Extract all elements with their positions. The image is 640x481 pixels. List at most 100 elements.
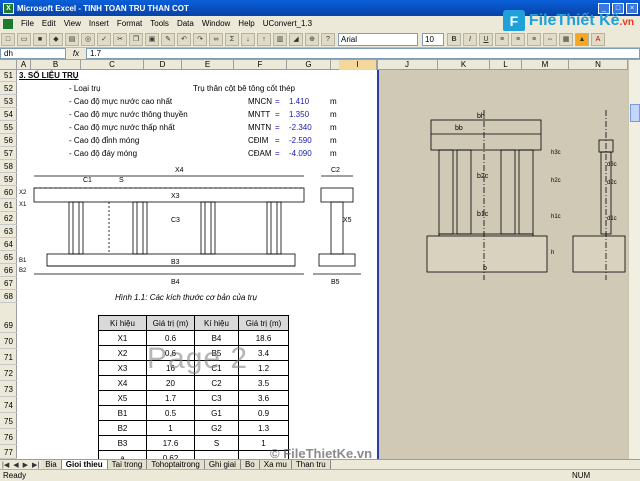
name-box[interactable]: dh xyxy=(0,48,66,59)
row-header[interactable]: 62 xyxy=(0,213,17,225)
menu-data[interactable]: Data xyxy=(173,19,198,28)
sheet-tab[interactable]: Than tru xyxy=(291,459,331,470)
copy-icon[interactable]: ❐ xyxy=(129,32,143,46)
menu-help[interactable]: Help xyxy=(234,19,258,28)
new-icon[interactable]: □ xyxy=(1,32,15,46)
autosum-icon[interactable]: Σ xyxy=(225,32,239,46)
table-cell[interactable]: B1 xyxy=(98,405,147,421)
table-cell[interactable]: G1 xyxy=(194,405,239,421)
menu-uconvert[interactable]: UConvert_1.3 xyxy=(259,19,316,28)
table-cell[interactable]: 1.3 xyxy=(238,420,289,436)
row-header[interactable]: 73 xyxy=(0,382,17,397)
table-cell[interactable]: a xyxy=(98,450,147,459)
scroll-thumb[interactable] xyxy=(630,104,640,122)
column-header-m[interactable]: M xyxy=(522,60,569,70)
row-header[interactable]: 76 xyxy=(0,430,17,445)
row-header[interactable]: 63 xyxy=(0,226,17,238)
row-header[interactable]: 57 xyxy=(0,148,17,160)
row-header[interactable]: 55 xyxy=(0,122,17,134)
paste-icon[interactable]: ▣ xyxy=(145,32,159,46)
zoom-icon[interactable]: ⊕ xyxy=(305,32,319,46)
menu-format[interactable]: Format xyxy=(113,19,146,28)
table-cell[interactable]: G2 xyxy=(194,420,239,436)
row-header[interactable]: 58 xyxy=(0,161,17,173)
last-sheet-icon[interactable]: ▶| xyxy=(30,461,41,469)
table-cell[interactable]: X5 xyxy=(98,390,147,406)
row-header[interactable]: 64 xyxy=(0,239,17,251)
align-center-icon[interactable]: ≡ xyxy=(511,32,525,46)
align-right-icon[interactable]: ≡ xyxy=(527,32,541,46)
next-sheet-icon[interactable]: ▶ xyxy=(21,461,30,469)
row-header[interactable]: 54 xyxy=(0,109,17,121)
first-sheet-icon[interactable]: |◀ xyxy=(0,461,11,469)
table-cell[interactable]: B2 xyxy=(98,420,147,436)
open-icon[interactable]: ▭ xyxy=(17,32,31,46)
sort-asc-icon[interactable]: ↓ xyxy=(241,32,255,46)
spelling-icon[interactable]: ✓ xyxy=(97,32,111,46)
drawing-icon[interactable]: ◢ xyxy=(289,32,303,46)
sheet-tab[interactable]: Bo xyxy=(240,459,260,470)
table-cell[interactable]: S xyxy=(194,435,239,451)
table-cell[interactable]: C3 xyxy=(194,390,239,406)
prev-sheet-icon[interactable]: ◀ xyxy=(11,461,20,469)
table-cell[interactable]: 20 xyxy=(146,375,195,391)
table-cell[interactable] xyxy=(194,450,239,459)
row-header[interactable]: 67 xyxy=(0,278,17,290)
select-all-corner[interactable] xyxy=(0,60,17,70)
column-header-n[interactable]: N xyxy=(569,60,628,70)
print-icon[interactable]: ▤ xyxy=(65,32,79,46)
font-size-select[interactable]: 10 xyxy=(422,32,444,46)
table-cell[interactable]: C2 xyxy=(194,375,239,391)
column-header-j[interactable]: J xyxy=(377,60,438,70)
font-name-select[interactable]: Arial xyxy=(338,32,418,46)
save-icon[interactable]: ■ xyxy=(33,32,47,46)
sheet-tab[interactable]: Tohoptaitrong xyxy=(147,459,205,470)
worksheet-grid[interactable]: 3. SỐ LIỆU TRỤ - Loại trụ Trụ thân cột b… xyxy=(17,70,377,459)
column-header-d[interactable]: D xyxy=(144,60,182,70)
undo-icon[interactable]: ↶ xyxy=(177,32,191,46)
table-cell[interactable]: 3.5 xyxy=(238,375,289,391)
table-cell[interactable]: 17.6 xyxy=(146,435,195,451)
italic-icon[interactable]: I xyxy=(463,32,477,46)
table-cell[interactable]: X1 xyxy=(98,330,147,346)
sheet-tab-active[interactable]: Gioi thieu xyxy=(61,459,108,470)
table-cell[interactable]: 0.62 xyxy=(146,450,195,459)
table-cell[interactable]: X3 xyxy=(98,360,147,376)
workbook-icon[interactable] xyxy=(3,18,13,29)
column-header-b[interactable]: B xyxy=(31,60,81,70)
formula-input[interactable]: 1.7 xyxy=(86,48,640,59)
print-preview-icon[interactable]: ◎ xyxy=(81,32,95,46)
table-cell[interactable]: 1.7 xyxy=(146,390,195,406)
row-header[interactable]: 70 xyxy=(0,334,17,349)
row-header[interactable]: 65 xyxy=(0,252,17,264)
row-header[interactable]: 69 xyxy=(0,318,17,333)
row-header[interactable]: 51 xyxy=(0,70,17,82)
menu-view[interactable]: View xyxy=(60,19,85,28)
table-cell[interactable]: 3.6 xyxy=(238,390,289,406)
permission-icon[interactable]: ◆ xyxy=(49,32,63,46)
vertical-scrollbar[interactable] xyxy=(628,60,640,459)
column-header-f[interactable]: F xyxy=(234,60,287,70)
column-header-e[interactable]: E xyxy=(182,60,234,70)
cut-icon[interactable]: ✂ xyxy=(113,32,127,46)
row-header[interactable]: 60 xyxy=(0,187,17,199)
underline-icon[interactable]: U xyxy=(479,32,493,46)
sheet-tab[interactable]: Tai trong xyxy=(107,459,148,470)
bold-icon[interactable]: B xyxy=(447,32,461,46)
column-header-g[interactable]: G xyxy=(287,60,331,70)
row-header[interactable]: 77 xyxy=(0,446,17,459)
sheet-tab[interactable]: Xa mu xyxy=(259,459,292,470)
redo-icon[interactable]: ↷ xyxy=(193,32,207,46)
column-header-c[interactable]: C xyxy=(81,60,144,70)
table-cell[interactable]: X2 xyxy=(98,345,147,361)
row-header[interactable]: 75 xyxy=(0,414,17,429)
table-cell[interactable]: 0.9 xyxy=(238,405,289,421)
hyperlink-icon[interactable]: ∞ xyxy=(209,32,223,46)
table-cell[interactable]: B3 xyxy=(98,435,147,451)
column-header-a[interactable]: A xyxy=(17,60,31,70)
sheet-tab[interactable]: Bia xyxy=(41,459,62,470)
help-icon[interactable]: ? xyxy=(321,32,335,46)
row-header[interactable]: 52 xyxy=(0,83,17,95)
row-header[interactable]: 59 xyxy=(0,174,17,186)
fill-color-icon[interactable]: ▲ xyxy=(575,32,589,46)
